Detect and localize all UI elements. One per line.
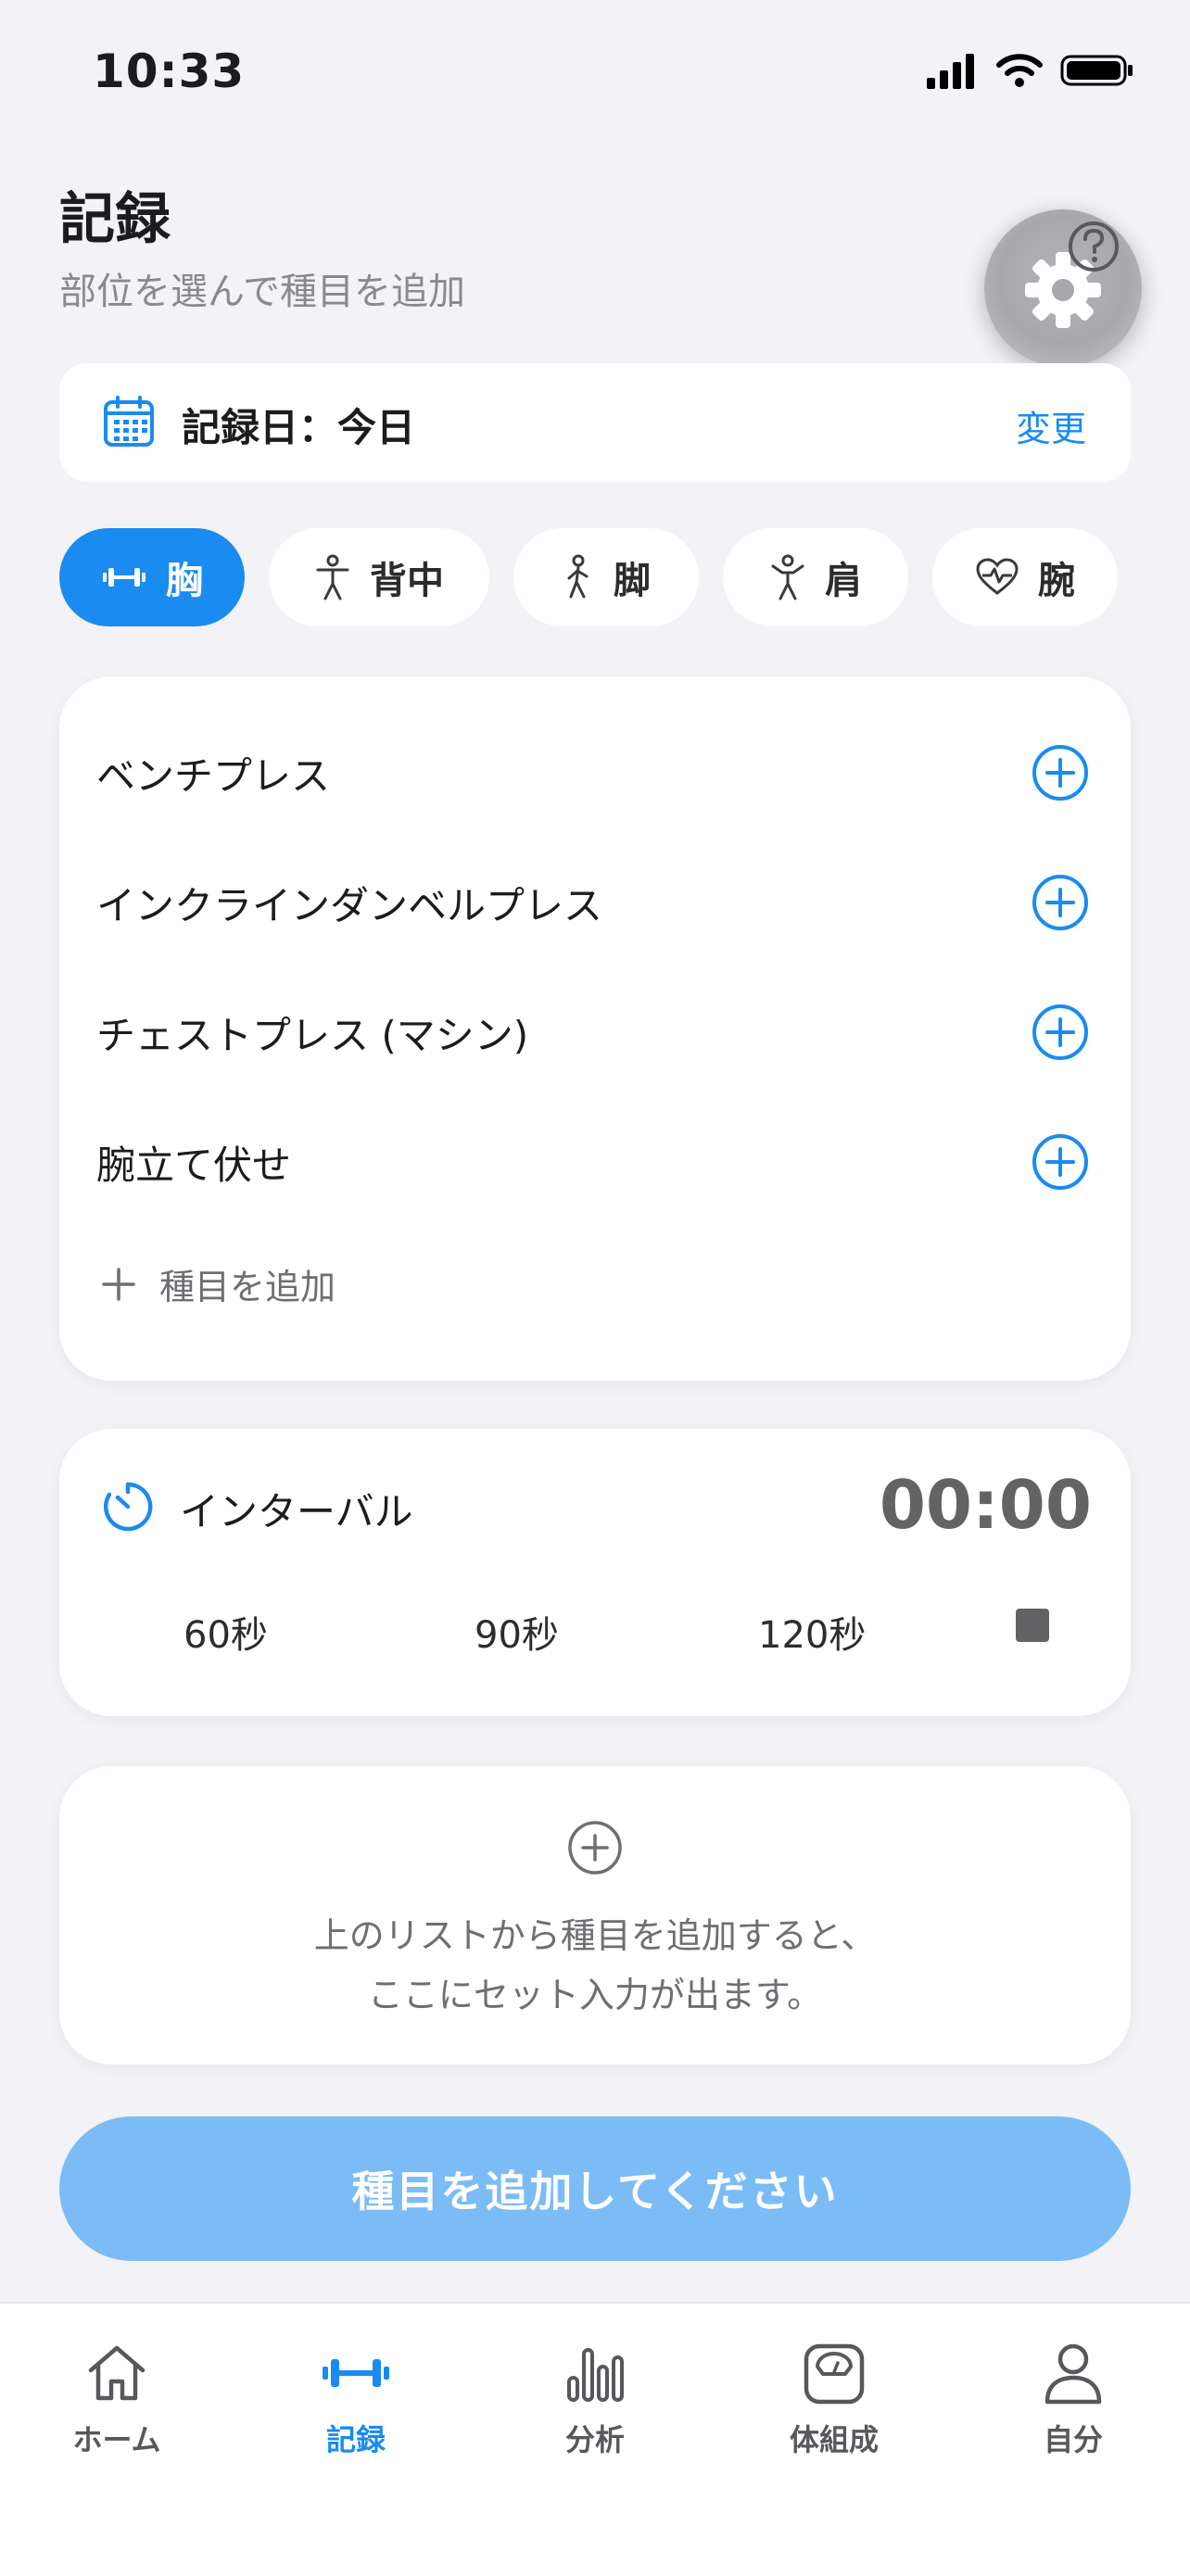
tab-body-composition[interactable]: 体組成 [751,2341,918,2459]
bottom-tab-bar: ホーム 記録 分析 体組成 自分 [0,2302,1190,2576]
dumbbell-icon [103,568,146,587]
home-icon [88,2345,146,2401]
exercise-list-card: ベンチプレス インクラインダンベルプレス チェストプレス (マシン) 腕立て伏せ [59,676,1131,1381]
exercise-row[interactable]: ベンチプレス [96,736,1090,810]
dumbbell-icon [323,2359,389,2387]
body-part-chip-arms[interactable]: 腕 [932,528,1118,626]
change-date-button[interactable]: 変更 [1016,400,1086,451]
scale-icon [804,2343,865,2405]
help-icon [1069,221,1119,271]
interval-option-90[interactable]: 90秒 [475,1605,559,1659]
tab-label: 自分 [1043,2422,1103,2457]
plus-icon [102,1267,135,1301]
page-title: 記録 [59,187,171,252]
tab-label: 記録 [325,2422,386,2457]
stop-icon[interactable] [1016,1609,1049,1642]
tab-profile[interactable]: 自分 [990,2341,1157,2459]
exercise-row[interactable]: 腕立て伏せ [96,1125,1090,1199]
add-circle-icon[interactable] [1031,1003,1090,1062]
body-part-chip-label: 脚 [614,560,651,602]
tab-label: 分析 [564,2422,625,2457]
empty-state-line-2: ここにセット入力が出ます。 [367,1975,823,2015]
cellular-signal-icon [927,54,974,89]
person-icon [1044,2343,1102,2405]
interval-option-60[interactable]: 60秒 [184,1605,268,1659]
interval-label: インターバル [180,1489,413,1534]
empty-state-line-1: 上のリストから種目を追加すると、 [313,1915,877,1956]
figure-icon [316,554,349,600]
body-part-chip-label: 胸 [166,560,203,602]
body-part-chip-label: 腕 [1038,560,1075,602]
body-part-chip-label: 背中 [370,560,444,602]
tab-label: 体組成 [789,2422,879,2457]
sets-empty-card: 上のリストから種目を追加すると、 ここにセット入力が出ます。 [59,1766,1131,2065]
exercise-name: ベンチプレス [96,752,331,799]
tab-home[interactable]: ホーム [33,2341,200,2459]
figure-arms-icon [771,554,804,600]
exercise-name: 腕立て伏せ [96,1142,292,1188]
interval-option-120[interactable]: 120秒 [758,1605,866,1659]
record-date-card: 記録日：今日 変更 [59,363,1131,482]
add-circle-icon[interactable] [1031,1132,1090,1192]
add-circle-icon[interactable] [1031,873,1090,932]
add-exercise-label: 種目を追加 [159,1267,336,1307]
add-exercise-button[interactable]: 種目を追加 [100,1258,335,1309]
walk-icon [567,554,589,599]
wifi-icon [996,54,1043,87]
timer-icon [103,1482,153,1532]
body-part-chip-label: 肩 [825,560,862,602]
record-date-label: 記録日：今日 [182,405,416,450]
body-part-chip-shoulders[interactable]: 肩 [723,528,908,626]
settings-fab[interactable] [984,209,1142,367]
exercise-name: チェストプレス (マシン) [96,1012,529,1058]
calendar-icon [104,396,154,447]
tab-label: ホーム [72,2422,161,2457]
bar-chart-icon [567,2348,624,2402]
exercise-row[interactable]: インクラインダンベルプレス [96,865,1090,940]
exercise-row[interactable]: チェストプレス (マシン) [96,995,1090,1069]
status-icons [925,52,1134,89]
tab-analysis[interactable]: 分析 [512,2341,678,2459]
add-circle-outline-icon [568,1821,622,1875]
battery-icon [1060,55,1133,86]
body-part-chip-legs[interactable]: 脚 [513,528,699,626]
interval-time: 00:00 [879,1466,1092,1544]
exercise-name: インクラインダンベルプレス [96,882,603,928]
add-exercise-cta-button[interactable]: 種目を追加してください [59,2116,1131,2261]
tab-record[interactable]: 記録 [272,2341,439,2459]
add-circle-icon[interactable] [1031,743,1090,802]
page-subtitle: 部位を選んで種目を追加 [59,271,465,313]
status-time: 10:33 [93,44,246,98]
interval-timer-card: インターバル 00:00 60秒 90秒 120秒 [59,1429,1131,1716]
body-part-chip-back[interactable]: 背中 [269,528,489,626]
heart-pulse-icon [976,558,1019,595]
body-part-chip-chest[interactable]: 胸 [59,528,245,626]
